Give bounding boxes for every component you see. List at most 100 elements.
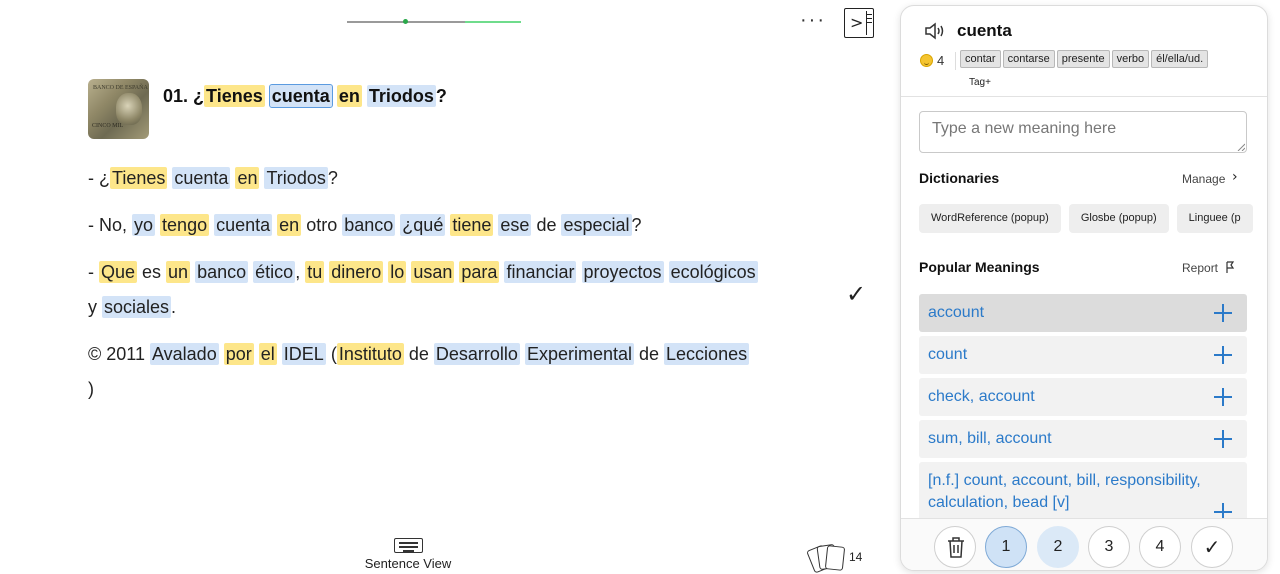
word-token[interactable]: Que bbox=[99, 261, 138, 283]
word-token[interactable]: en bbox=[235, 167, 260, 189]
add-meaning-plus-icon[interactable] bbox=[1213, 303, 1233, 323]
word-token[interactable]: Tienes bbox=[204, 85, 265, 107]
word-token[interactable]: Lecciones bbox=[664, 343, 750, 365]
word-token[interactable]: un bbox=[166, 261, 191, 283]
flag-icon[interactable] bbox=[1225, 261, 1235, 274]
resize-grip-icon[interactable] bbox=[1237, 143, 1245, 151]
word-token[interactable]: banco bbox=[342, 214, 396, 236]
tag-chip[interactable]: verbo bbox=[1111, 50, 1150, 68]
dictionary-button[interactable]: Linguee (p bbox=[1176, 204, 1253, 233]
plain-text: © 2011 bbox=[88, 344, 150, 364]
status-4-button[interactable]: 4 bbox=[1139, 526, 1181, 568]
word-token[interactable]: Triodos bbox=[264, 167, 328, 189]
plain-text: - ¿ bbox=[88, 168, 110, 188]
plain-text: , bbox=[295, 262, 306, 282]
lesson-progress-bar[interactable] bbox=[347, 19, 521, 24]
word-token[interactable]: el bbox=[258, 343, 277, 365]
toggle-panel-icon[interactable]: > bbox=[844, 8, 874, 38]
progress-position-dot[interactable] bbox=[403, 19, 408, 24]
word-token[interactable]: en bbox=[277, 214, 302, 236]
meaning-item[interactable]: account bbox=[919, 294, 1247, 332]
plain-text: ? bbox=[435, 86, 447, 106]
word-token[interactable]: banco bbox=[195, 261, 249, 283]
word-token[interactable]: tiene bbox=[450, 214, 494, 236]
popular-meanings-list: account count check, account sum, bill, acc… bbox=[919, 294, 1247, 526]
word-token[interactable]: Avalado bbox=[149, 343, 219, 365]
word-token[interactable]: usan bbox=[411, 261, 455, 283]
meaning-item[interactable]: check, account bbox=[919, 378, 1247, 416]
tag-chip[interactable]: contar bbox=[960, 50, 1001, 68]
word-token[interactable]: dinero bbox=[329, 261, 384, 283]
report-link[interactable]: Report bbox=[1182, 261, 1218, 275]
tag-chip[interactable]: contarse bbox=[1002, 50, 1055, 68]
word-token[interactable]: tu bbox=[305, 261, 325, 283]
new-meaning-input[interactable] bbox=[919, 111, 1247, 153]
word-token[interactable]: financiar bbox=[504, 261, 577, 283]
word-token[interactable]: sociales bbox=[102, 296, 172, 318]
status-level-selector[interactable]: 4 bbox=[920, 53, 944, 68]
word-token[interactable]: en bbox=[336, 85, 362, 107]
word-token[interactable]: Instituto bbox=[336, 343, 404, 365]
word-token[interactable]: Experimental bbox=[524, 343, 634, 365]
plain-text: ? bbox=[631, 215, 642, 235]
meaning-item[interactable]: sum, bill, account bbox=[919, 420, 1247, 458]
word-token[interactable]: IDEL bbox=[281, 343, 326, 365]
paragraph-1: - ¿ Tienes cuenta en Triodos? bbox=[88, 166, 338, 190]
paragraph-4-continued: ) bbox=[88, 377, 94, 401]
plain-text bbox=[664, 262, 669, 282]
chevron-right-icon[interactable]: › bbox=[1232, 169, 1238, 185]
meaning-item[interactable]: count bbox=[919, 336, 1247, 374]
word-token[interactable]: por bbox=[223, 343, 254, 365]
word-token[interactable]: ¿qué bbox=[400, 214, 446, 236]
dictionaries-heading: Dictionaries bbox=[919, 170, 1000, 186]
word-token[interactable]: ecológicos bbox=[668, 261, 758, 283]
word-panel: cuenta 4 contar contarse presente verbo él/e… bbox=[900, 5, 1268, 571]
progress-track-remaining bbox=[407, 20, 465, 23]
plain-text: de bbox=[634, 344, 665, 364]
word-token[interactable]: cuenta bbox=[214, 214, 273, 236]
word-token[interactable]: Tienes bbox=[110, 167, 168, 189]
lesson-title: 01. ¿ Tienes cuenta en Triodos? bbox=[163, 84, 447, 108]
word-token[interactable]: ético bbox=[253, 261, 296, 283]
add-meaning-plus-icon[interactable] bbox=[1213, 387, 1233, 407]
status-divider bbox=[955, 52, 956, 70]
add-tag-button[interactable]: Tag+ bbox=[969, 77, 991, 88]
word-token[interactable]: para bbox=[459, 261, 500, 283]
delete-term-button[interactable] bbox=[934, 526, 976, 568]
tag-chip[interactable]: presente bbox=[1056, 50, 1110, 68]
status-3-button[interactable]: 3 bbox=[1088, 526, 1130, 568]
word-token[interactable]: tengo bbox=[160, 214, 210, 236]
tag-chip[interactable]: él/ella/ud. bbox=[1151, 50, 1209, 68]
plain-text: - No, bbox=[88, 215, 133, 235]
speaker-icon[interactable] bbox=[924, 22, 946, 40]
status-1-button[interactable]: 1 bbox=[985, 526, 1027, 568]
meaning-text: sum, bill, account bbox=[928, 430, 1052, 447]
word-token[interactable]: yo bbox=[132, 214, 156, 236]
add-meaning-plus-icon[interactable] bbox=[1213, 345, 1233, 365]
word-token[interactable]: Desarrollo bbox=[433, 343, 520, 365]
mark-page-known-check-icon[interactable]: ✓ bbox=[846, 280, 866, 308]
sentence-view-label: Sentence View bbox=[364, 556, 452, 571]
add-meaning-plus-icon[interactable] bbox=[1213, 429, 1233, 449]
popular-meanings-heading: Popular Meanings bbox=[919, 259, 1040, 275]
mark-known-check-icon[interactable]: ✓ bbox=[1191, 526, 1233, 568]
word-token[interactable]: especial bbox=[561, 214, 632, 236]
meaning-item[interactable]: [n.f.] count, account, bill, responsibil… bbox=[919, 462, 1247, 522]
word-token[interactable]: ese bbox=[498, 214, 532, 236]
plain-text bbox=[219, 344, 224, 364]
dictionary-button[interactable]: Glosbe (popup) bbox=[1068, 204, 1169, 233]
reader-area: ··· > BANCO DE ESPAÑA CINCO MIL 01. ¿ Tie… bbox=[0, 0, 900, 574]
plain-text: - bbox=[88, 262, 99, 282]
sentence-view-button[interactable]: Sentence View bbox=[363, 538, 453, 571]
status-2-button[interactable]: 2 bbox=[1037, 526, 1079, 568]
word-token[interactable]: proyectos bbox=[581, 261, 664, 283]
dictionary-button[interactable]: WordReference (popup) bbox=[919, 204, 1061, 233]
word-token[interactable]: lo bbox=[388, 261, 407, 283]
word-token[interactable]: cuenta bbox=[172, 167, 231, 189]
more-options-icon[interactable]: ··· bbox=[800, 10, 826, 30]
manage-dictionaries-link[interactable]: Manage bbox=[1182, 172, 1225, 186]
word-token[interactable]: cuenta bbox=[268, 84, 333, 108]
word-token[interactable]: Triodos bbox=[366, 85, 436, 107]
thumbnail-banknote-top-text: BANCO DE ESPAÑA bbox=[93, 85, 148, 91]
status-smiley-icon bbox=[920, 54, 933, 67]
